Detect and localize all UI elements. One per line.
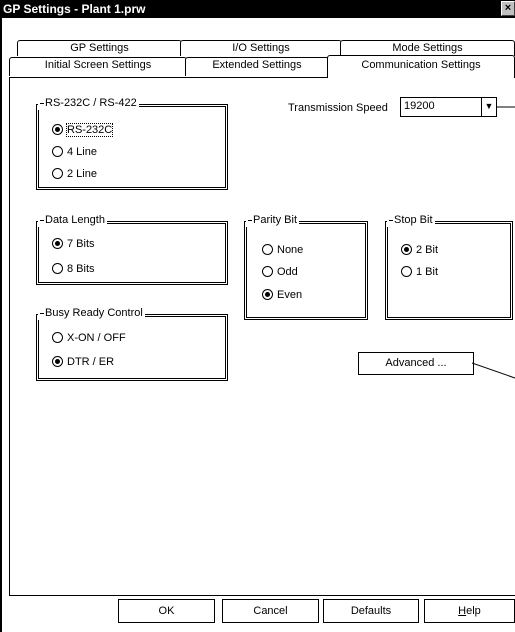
tab-initial-screen-settings[interactable]: Initial Screen Settings xyxy=(9,57,187,76)
advanced-button[interactable]: Advanced ... xyxy=(358,352,474,375)
ok-button[interactable]: OK xyxy=(118,599,215,623)
radio-unchecked-icon xyxy=(52,146,63,157)
title-bar: GP Settings - Plant 1.prw xyxy=(0,0,515,18)
radio-parity-odd[interactable]: Odd xyxy=(262,265,298,279)
radio-label: Odd xyxy=(277,266,298,278)
radio-rs232c[interactable]: RS-232C xyxy=(52,123,114,137)
radio-checked-icon xyxy=(262,289,273,300)
radio-unchecked-icon xyxy=(262,244,273,255)
radio-label: 4 Line xyxy=(67,146,97,158)
radio-unchecked-icon xyxy=(401,266,412,277)
radio-checked-icon xyxy=(52,356,63,367)
busy-ready-control-group xyxy=(36,314,228,381)
close-button[interactable]: × xyxy=(501,1,515,16)
tab-label: I/O Settings xyxy=(232,42,290,54)
radio-checked-icon xyxy=(401,244,412,255)
radio-stop-2-bit[interactable]: 2 Bit xyxy=(401,243,438,257)
tab-label: Mode Settings xyxy=(392,42,463,54)
tab-label: Communication Settings xyxy=(361,59,481,71)
tab-communication-settings[interactable]: Communication Settings xyxy=(327,55,515,78)
radio-label: X-ON / OFF xyxy=(67,332,126,344)
tab-label: Initial Screen Settings xyxy=(44,59,152,71)
data-length-group-title: Data Length xyxy=(38,214,107,227)
busy-ready-control-group-title: Busy Ready Control xyxy=(38,307,145,320)
close-icon: × xyxy=(504,2,512,14)
dropdown-arrow-icon[interactable]: ▼ xyxy=(481,98,496,116)
tab-extended-settings[interactable]: Extended Settings xyxy=(185,57,329,76)
transmission-speed-value: 19200 xyxy=(404,100,435,112)
radio-checked-icon xyxy=(52,124,63,135)
stop-bit-group-title: Stop Bit xyxy=(387,214,435,227)
defaults-button[interactable]: Defaults xyxy=(323,599,419,623)
radio-label: None xyxy=(277,244,304,256)
window-frame-left xyxy=(0,18,2,632)
radio-label: 2 Bit xyxy=(416,244,439,256)
help-accelerator: H xyxy=(458,605,467,617)
radio-label: 8 Bits xyxy=(67,263,95,275)
radio-unchecked-icon xyxy=(52,332,63,343)
radio-stop-1-bit[interactable]: 1 Bit xyxy=(401,265,438,279)
tab-gp-settings[interactable]: GP Settings xyxy=(17,40,182,56)
radio-4-line[interactable]: 4 Line xyxy=(52,145,97,159)
tab-label: Extended Settings xyxy=(212,59,302,71)
radio-xon-off[interactable]: X-ON / OFF xyxy=(52,331,126,345)
radio-8-bits[interactable]: 8 Bits xyxy=(52,262,95,276)
parity-bit-group-title: Parity Bit xyxy=(246,214,300,227)
radio-parity-none[interactable]: None xyxy=(262,243,303,257)
radio-7-bits[interactable]: 7 Bits xyxy=(52,237,95,251)
callout-line-advanced xyxy=(472,362,515,379)
tab-label: GP Settings xyxy=(70,42,129,54)
callout-line-speed xyxy=(496,106,515,108)
radio-label: 7 Bits xyxy=(67,238,95,250)
rs232-group-title: RS-232C / RS-422 xyxy=(38,97,139,110)
tab-io-settings[interactable]: I/O Settings xyxy=(180,40,342,56)
radio-unchecked-icon xyxy=(52,263,63,274)
radio-dtr-er[interactable]: DTR / ER xyxy=(52,355,114,369)
help-label: elp xyxy=(466,605,481,617)
help-button[interactable]: Help xyxy=(424,599,515,623)
radio-2-line[interactable]: 2 Line xyxy=(52,167,97,181)
window-title: GP Settings - Plant 1.prw xyxy=(3,2,146,16)
radio-label: 2 Line xyxy=(67,168,97,180)
radio-label: 1 Bit xyxy=(416,266,439,278)
radio-unchecked-icon xyxy=(52,168,63,179)
radio-parity-even[interactable]: Even xyxy=(262,288,302,302)
transmission-speed-select[interactable]: 19200 ▼ xyxy=(400,97,497,117)
radio-unchecked-icon xyxy=(262,266,273,277)
radio-label: DTR / ER xyxy=(67,356,115,368)
radio-label: RS-232C xyxy=(65,123,114,137)
radio-label: Even xyxy=(277,289,303,301)
transmission-speed-label: Transmission Speed xyxy=(288,102,388,114)
tab-mode-settings[interactable]: Mode Settings xyxy=(340,40,515,56)
cancel-button[interactable]: Cancel xyxy=(222,599,319,623)
radio-checked-icon xyxy=(52,238,63,249)
